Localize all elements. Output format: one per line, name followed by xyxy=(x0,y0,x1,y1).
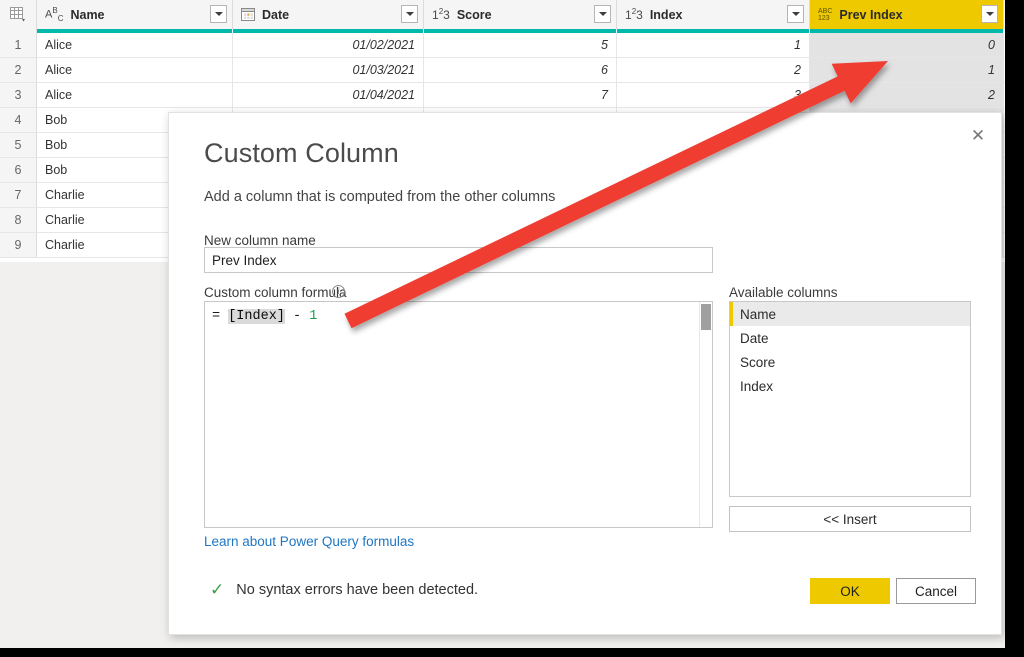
row-number[interactable]: 8 xyxy=(0,208,37,232)
formula-field-token: [Index] xyxy=(228,309,285,324)
table-cell-index[interactable]: 2 xyxy=(617,58,810,82)
syntax-status-text: No syntax errors have been detected. xyxy=(236,581,479,598)
table-cell-date[interactable]: 01/03/2021 xyxy=(233,58,424,82)
column-header-label: Date xyxy=(262,7,290,22)
formula-scrollbar-thumb[interactable] xyxy=(701,304,711,330)
row-number[interactable]: 4 xyxy=(0,108,37,132)
close-icon[interactable]: ✕ xyxy=(963,121,993,149)
power-query-editor: ABC Name Date 123 Score 123 Index ABC 12… xyxy=(0,0,1005,648)
new-column-name-label: New column name xyxy=(204,233,316,248)
available-column-item[interactable]: Date xyxy=(730,326,970,350)
table-cell-name[interactable]: Alice xyxy=(37,58,233,82)
available-column-item[interactable]: Index xyxy=(730,374,970,398)
row-number[interactable]: 9 xyxy=(0,233,37,257)
syntax-status: ✓ No syntax errors have been detected. xyxy=(210,581,478,598)
check-icon: ✓ xyxy=(210,580,225,599)
row-number[interactable]: 3 xyxy=(0,83,37,107)
table-cell-index[interactable]: 1 xyxy=(617,33,810,57)
dialog-subtitle: Add a column that is computed from the o… xyxy=(204,189,556,205)
formula-scrollbar[interactable] xyxy=(699,302,712,527)
column-filter-button-prev-index[interactable] xyxy=(981,5,998,23)
123-number-type-icon: 123 xyxy=(625,7,643,22)
available-column-item[interactable]: Score xyxy=(730,350,970,374)
formula-prefix: = xyxy=(212,309,229,324)
formula-operator: - xyxy=(284,309,310,324)
row-number[interactable]: 7 xyxy=(0,183,37,207)
column-header-name[interactable]: ABC Name xyxy=(37,0,233,29)
screenshot-root: ABC Name Date 123 Score 123 Index ABC 12… xyxy=(0,0,1024,657)
table-cell-prev-index[interactable]: 0 xyxy=(810,33,1004,57)
row-number[interactable]: 6 xyxy=(0,158,37,182)
cancel-button[interactable]: Cancel xyxy=(896,578,976,604)
column-header-date[interactable]: Date xyxy=(233,0,424,29)
column-header-index[interactable]: 123 Index xyxy=(617,0,810,29)
available-column-item[interactable]: Name xyxy=(730,302,970,326)
column-header-label: Name xyxy=(70,7,105,22)
column-header-prev-index[interactable]: ABC 123 Prev Index xyxy=(810,0,1004,29)
table-row[interactable]: 3 Alice 01/04/2021 7 3 2 xyxy=(0,83,1005,108)
table-cell-score[interactable]: 7 xyxy=(424,83,617,107)
dialog-title: Custom Column xyxy=(204,138,399,168)
row-number[interactable]: 5 xyxy=(0,133,37,157)
abc123-any-type-icon: ABC 123 xyxy=(818,7,833,22)
grid-header-row: ABC Name Date 123 Score 123 Index ABC 12… xyxy=(0,0,1005,29)
formula-number-token: 1 xyxy=(309,309,318,324)
column-filter-button-name[interactable] xyxy=(210,5,227,23)
info-icon[interactable]: i xyxy=(332,285,345,298)
table-cell-score[interactable]: 5 xyxy=(424,33,617,57)
formula-text: = [Index] - 1 xyxy=(212,309,317,324)
column-filter-button-date[interactable] xyxy=(401,5,418,23)
table-cell-prev-index[interactable]: 2 xyxy=(810,83,1004,107)
table-cell-name[interactable]: Alice xyxy=(37,33,233,57)
ok-button[interactable]: OK xyxy=(810,578,890,604)
new-column-name-input[interactable] xyxy=(204,247,713,273)
table-row[interactable]: 1 Alice 01/02/2021 5 1 0 xyxy=(0,33,1005,58)
table-cell-name[interactable]: Alice xyxy=(37,83,233,107)
table-cell-score[interactable]: 6 xyxy=(424,58,617,82)
calendar-date-type-icon xyxy=(241,8,255,21)
table-cell-prev-index[interactable]: 1 xyxy=(810,58,1004,82)
learn-about-power-query-formulas-link[interactable]: Learn about Power Query formulas xyxy=(204,534,414,549)
column-header-label: Index xyxy=(649,7,683,22)
available-columns-label: Available columns xyxy=(729,285,838,300)
row-number[interactable]: 2 xyxy=(0,58,37,82)
column-header-label: Score xyxy=(456,7,492,22)
table-row[interactable]: 2 Alice 01/03/2021 6 2 1 xyxy=(0,58,1005,83)
column-filter-button-score[interactable] xyxy=(594,5,611,23)
table-cell-date[interactable]: 01/02/2021 xyxy=(233,33,424,57)
formula-editor[interactable]: = [Index] - 1 xyxy=(204,301,713,528)
table-cell-date[interactable]: 01/04/2021 xyxy=(233,83,424,107)
table-corner-icon[interactable] xyxy=(0,0,37,29)
123-number-type-icon: 123 xyxy=(432,7,450,22)
row-number[interactable]: 1 xyxy=(0,33,37,57)
custom-column-dialog: ✕ Custom Column Add a column that is com… xyxy=(168,112,1002,635)
column-header-label: Prev Index xyxy=(839,7,903,22)
column-header-score[interactable]: 123 Score xyxy=(424,0,617,29)
available-columns-list[interactable]: Name Date Score Index xyxy=(729,301,971,497)
insert-button[interactable]: << Insert xyxy=(729,506,971,532)
column-filter-button-index[interactable] xyxy=(787,5,804,23)
custom-column-formula-label: Custom column formula xyxy=(204,285,347,300)
table-cell-index[interactable]: 3 xyxy=(617,83,810,107)
abc-text-type-icon: ABC xyxy=(45,6,64,23)
